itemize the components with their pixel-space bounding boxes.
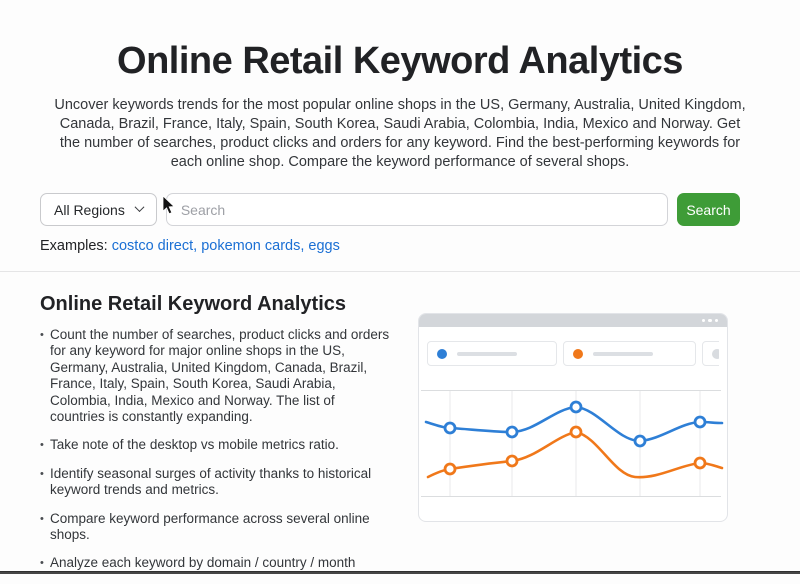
blue-series-dot-icon	[437, 349, 447, 359]
example-separator: ,	[193, 238, 201, 254]
feature-list: Count the number of searches, product cl…	[40, 327, 392, 572]
example-link-eggs[interactable]: eggs	[308, 238, 339, 254]
legend-card-series-1	[427, 341, 557, 366]
feature-text-column: Online Retail Keyword Analytics Count th…	[40, 293, 392, 584]
chevron-down-icon	[134, 202, 144, 212]
illustration-column	[418, 293, 728, 584]
legend-card-series-2	[563, 341, 696, 366]
feature-list-item: Analyze each keyword by domain / country…	[40, 555, 392, 571]
feature-list-item: Compare keyword performance across sever…	[40, 511, 392, 544]
trend-chart-illustration	[421, 390, 724, 505]
feature-heading: Online Retail Keyword Analytics	[40, 293, 392, 316]
legend-placeholder-bar	[593, 352, 653, 356]
feature-list-item: Identify seasonal surges of activity tha…	[40, 466, 392, 499]
feature-list-item: Take note of the desktop vs mobile metri…	[40, 437, 392, 453]
search-input[interactable]	[166, 193, 668, 226]
feature-section: Online Retail Keyword Analytics Count th…	[0, 272, 800, 584]
next-section-edge	[0, 571, 800, 574]
orange-series-line	[428, 432, 722, 477]
legend-card-series-3	[702, 341, 719, 366]
blue-series-markers	[445, 402, 705, 446]
ellipsis-dots-icon	[702, 319, 719, 323]
legend-placeholder-bar	[457, 352, 517, 356]
window-titlebar	[419, 314, 727, 327]
feature-list-item: Count the number of searches, product cl…	[40, 327, 392, 425]
page-title: Online Retail Keyword Analytics	[0, 40, 800, 83]
region-select-value: All Regions	[54, 202, 125, 218]
orange-series-dot-icon	[573, 349, 583, 359]
search-bar: All Regions Search	[40, 193, 740, 226]
search-examples: Examples: costco direct, pokemon cards, …	[40, 238, 760, 254]
gray-series-dot-icon	[712, 349, 719, 359]
trend-chart-svg	[421, 390, 724, 500]
example-link-costco-direct[interactable]: costco direct	[112, 238, 193, 254]
region-select[interactable]: All Regions	[40, 193, 157, 226]
chart-legend-row	[427, 341, 719, 366]
search-button[interactable]: Search	[677, 193, 740, 226]
browser-window-illustration	[418, 313, 728, 522]
examples-label: Examples:	[40, 238, 108, 254]
example-link-pokemon-cards[interactable]: pokemon cards	[201, 238, 300, 254]
page-description: Uncover keywords trends for the most pop…	[50, 96, 750, 172]
